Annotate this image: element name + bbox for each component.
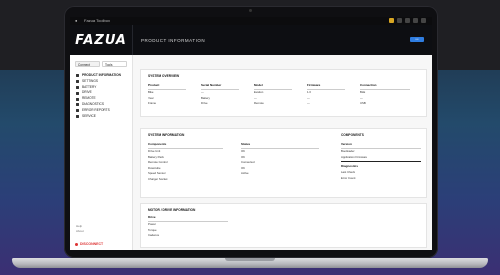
column-header: Serial Number <box>201 83 239 90</box>
column-header: Model <box>254 83 292 90</box>
disconnect-button[interactable]: DISCONNECT <box>75 242 103 246</box>
overview-column: Serial Number — Battery Drive <box>201 83 239 107</box>
overview-column: Connection BLE — USB <box>360 83 410 107</box>
overview-column: Model Evation — Remote <box>254 83 292 107</box>
mac-menubar: ● Fazua Toolbox <box>70 17 432 25</box>
tab-tools[interactable]: Tools <box>102 61 127 67</box>
panel-title: SYSTEM INFORMATION <box>148 133 185 137</box>
panel-title: MOTOR / DRIVE INFORMATION <box>148 208 196 212</box>
motor-icon <box>76 91 79 95</box>
laptop-lid: ● Fazua Toolbox FAZUA PRODUCT INFORMATIO… <box>64 6 438 258</box>
about-link[interactable]: About <box>76 229 84 234</box>
page-title: PRODUCT INFORMATION <box>141 37 206 43</box>
mode-tabs: Connect Tools <box>70 55 132 71</box>
drive-information-panel: MOTOR / DRIVE INFORMATION Drive Power To… <box>140 203 427 248</box>
column-value: — <box>307 101 310 106</box>
status-icon[interactable] <box>405 18 410 23</box>
main-content: SYSTEM OVERVIEW Product Bike Year Frame … <box>133 55 432 250</box>
camera-icon <box>249 9 252 12</box>
disconnect-label: DISCONNECT <box>80 242 104 246</box>
component-row: Charger Socket <box>148 176 168 181</box>
overview-column: Product Bike Year Frame <box>148 83 186 107</box>
status-row: Active <box>241 171 249 176</box>
version-header: Version <box>341 142 421 149</box>
status-column: Status OK OK Connected OK Active <box>241 142 319 177</box>
column-header: Status <box>241 142 319 149</box>
fazua-logo[interactable]: FAZUA <box>70 25 133 55</box>
column-value: Frame <box>148 101 157 106</box>
service-icon <box>76 114 79 118</box>
sidebar: Connect Tools PRODUCT INFORMATION SETTIN… <box>70 55 133 250</box>
sidebar-item-label: SERVICE <box>82 113 96 118</box>
laptop-notch <box>225 258 275 261</box>
column-value: Remote <box>254 101 264 106</box>
panel-title: SYSTEM OVERVIEW <box>148 74 180 78</box>
drive-column: Drive Power Torque Cadence <box>148 215 228 239</box>
section-divider <box>341 161 421 163</box>
components-detail: COMPONENTS Version Bootloader Applicatio… <box>341 133 421 181</box>
components-title: COMPONENTS <box>341 133 364 137</box>
column-header: Components <box>148 142 223 149</box>
column-value: Drive <box>201 101 208 106</box>
app-screen: ● Fazua Toolbox FAZUA PRODUCT INFORMATIO… <box>70 17 432 250</box>
battery-icon <box>76 85 79 89</box>
menubar-status-icons <box>389 18 426 23</box>
drive-row: Cadence <box>148 233 160 238</box>
laptop-base <box>12 258 488 268</box>
sidebar-item-service[interactable]: SERVICE <box>76 114 132 120</box>
column-value: USB <box>360 101 366 106</box>
wrench-icon <box>76 103 79 107</box>
header-action-button[interactable]: ••• <box>410 37 424 42</box>
tab-connect[interactable]: Connect <box>75 61 100 67</box>
overview-column: Firmware 1.0 — — <box>307 83 345 107</box>
components-column: Components Drive Unit Battery Pack Remot… <box>148 142 223 183</box>
diagnostics-row: Error Count <box>341 175 356 180</box>
sidebar-nav: PRODUCT INFORMATION SETTINGS BATTERY DRI… <box>70 73 132 119</box>
info-icon <box>76 74 79 78</box>
sidebar-footer: Help About <box>76 224 84 234</box>
system-information-panel: SYSTEM INFORMATION Components Drive Unit… <box>140 128 427 198</box>
status-icon[interactable] <box>389 18 394 23</box>
menubar-app-name[interactable]: Fazua Toolbox <box>84 17 110 25</box>
status-icon[interactable] <box>421 18 426 23</box>
gear-icon <box>76 80 79 84</box>
column-header: Firmware <box>307 83 345 90</box>
remote-icon <box>76 97 79 101</box>
system-overview-panel: SYSTEM OVERVIEW Product Bike Year Frame … <box>140 69 427 117</box>
version-row: Application Firmware <box>341 154 368 159</box>
status-icon[interactable] <box>413 18 418 23</box>
column-header: Connection <box>360 83 410 90</box>
status-icon[interactable] <box>397 18 402 23</box>
apple-icon[interactable]: ● <box>75 17 77 25</box>
app-header: FAZUA PRODUCT INFORMATION ••• <box>70 25 432 55</box>
column-header: Drive <box>148 215 228 222</box>
power-icon <box>75 242 78 246</box>
report-icon <box>76 109 79 113</box>
column-header: Product <box>148 83 186 90</box>
